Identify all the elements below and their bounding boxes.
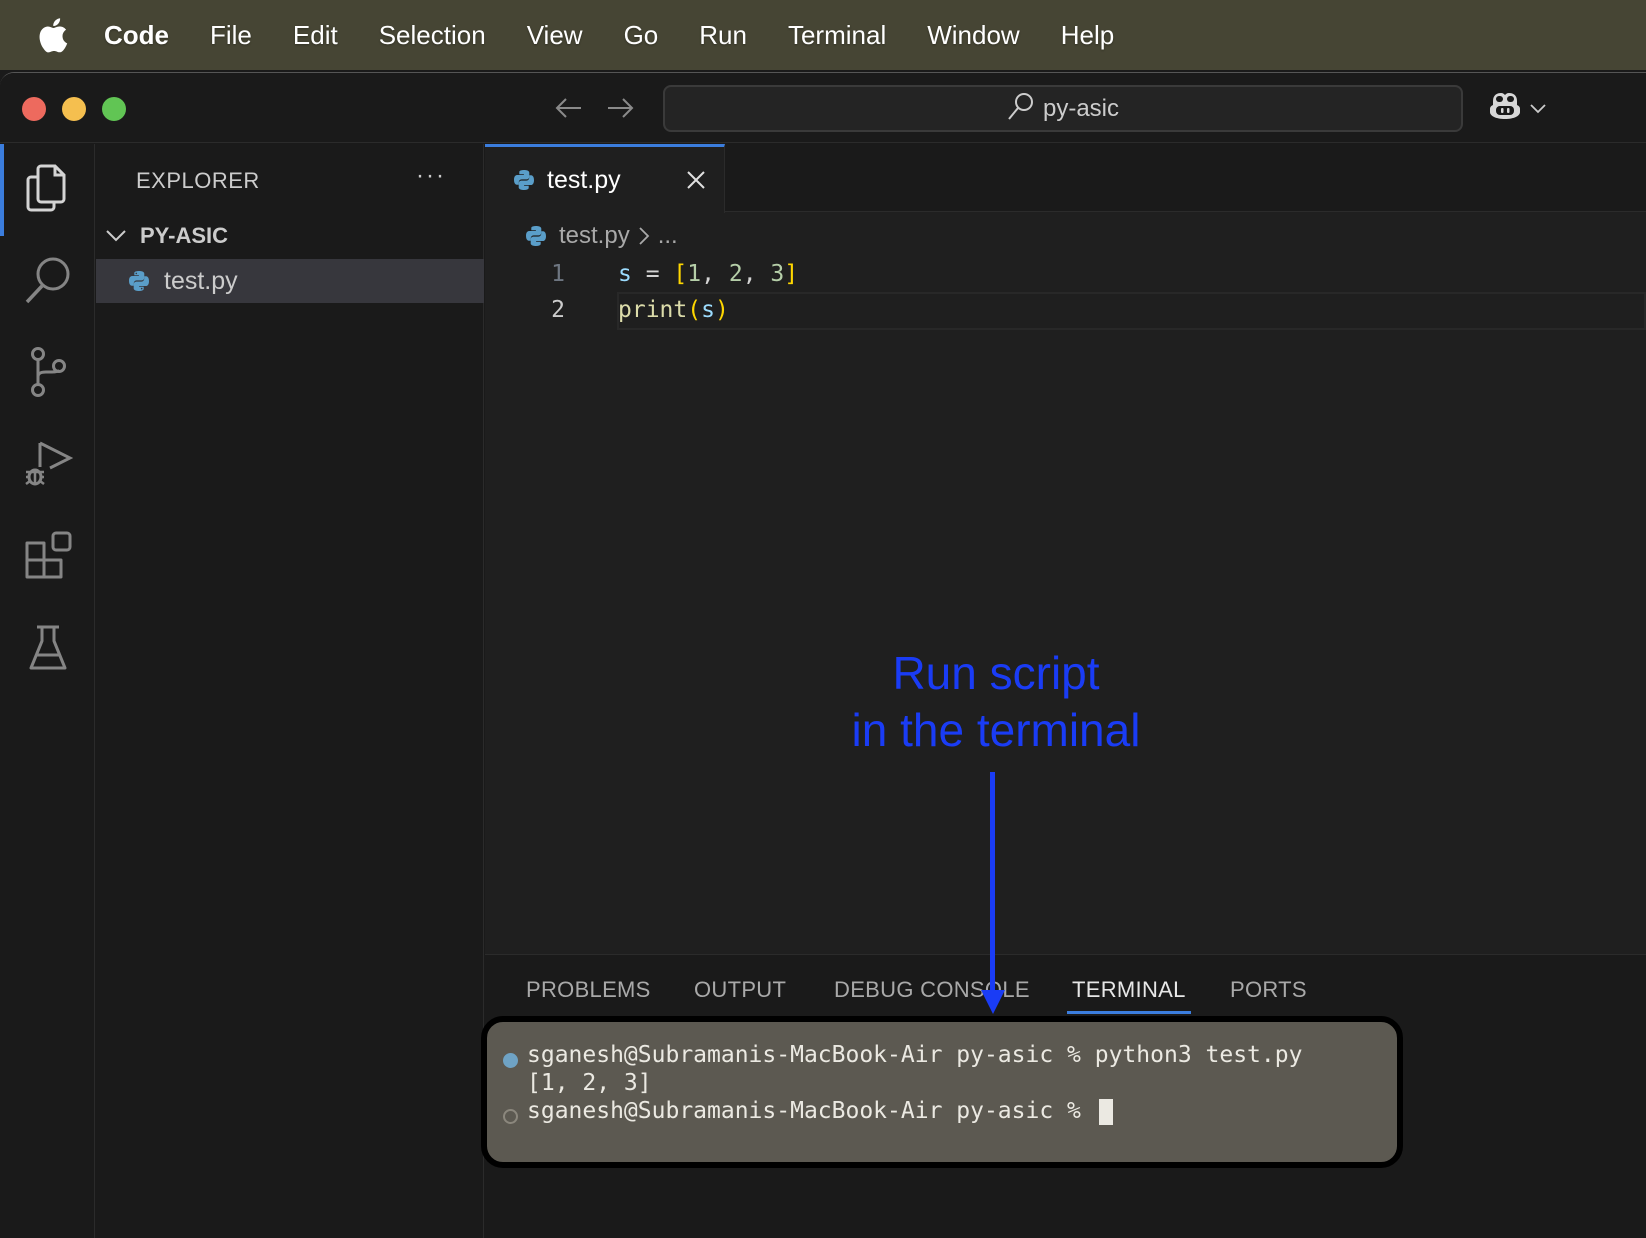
menu-app-name[interactable]: Code — [104, 20, 169, 51]
editor-area: test.py test.py ... 1 s = [1, 2, 3] 2 pr… — [485, 144, 1646, 954]
title-bar: py-asic — [0, 73, 1646, 143]
macos-menu-bar: Code File Edit Selection View Go Run Ter… — [0, 0, 1646, 70]
menu-terminal[interactable]: Terminal — [788, 20, 886, 51]
explorer-sidebar: EXPLORER ··· PY-ASIC test.py — [96, 144, 484, 1238]
menu-view[interactable]: View — [527, 20, 583, 51]
command-pending-dot-icon — [503, 1109, 518, 1124]
python-file-icon — [513, 169, 535, 191]
file-item-test-py[interactable]: test.py — [96, 259, 484, 303]
close-window-button[interactable] — [22, 97, 46, 121]
activity-run-debug[interactable] — [0, 420, 95, 512]
menu-window[interactable]: Window — [927, 20, 1019, 51]
panel-tab-output[interactable]: OUTPUT — [694, 977, 786, 1003]
explorer-title: EXPLORER — [136, 168, 260, 193]
annotation-line-2: in the terminal — [851, 704, 1141, 756]
apple-logo-icon[interactable] — [38, 15, 72, 55]
forward-arrow-icon[interactable] — [603, 91, 637, 125]
command-center-search[interactable]: py-asic — [663, 85, 1463, 132]
code-line-text: print(s) — [618, 297, 729, 323]
python-file-icon — [128, 270, 150, 292]
activity-bar — [0, 144, 95, 1238]
zoom-window-button[interactable] — [102, 97, 126, 121]
menu-go[interactable]: Go — [624, 20, 659, 51]
annotation-arrow-head-icon — [981, 990, 1005, 1014]
minimize-window-button[interactable] — [62, 97, 86, 121]
activity-search[interactable] — [0, 236, 95, 328]
search-icon — [1007, 91, 1035, 126]
annotation-text: Run script in the terminal — [780, 645, 1212, 759]
menu-edit[interactable]: Edit — [293, 20, 338, 51]
annotation-line-1: Run script — [892, 647, 1100, 699]
terminal-output-line: [1, 2, 3] — [527, 1070, 652, 1096]
more-actions-button[interactable]: ··· — [416, 162, 446, 190]
run-debug-icon — [23, 439, 73, 494]
chevron-right-icon — [638, 226, 650, 246]
source-control-icon — [28, 346, 68, 402]
extensions-icon — [23, 531, 73, 586]
breadcrumb-symbols[interactable]: ... — [658, 222, 678, 250]
flask-icon — [27, 624, 69, 677]
menu-selection[interactable]: Selection — [379, 20, 486, 51]
terminal-prompt: sganesh@Subramanis-MacBook-Air py-asic % — [527, 1098, 1095, 1124]
terminal-line: sganesh@Subramanis-MacBook-Air py-asic %… — [527, 1042, 1303, 1068]
code-line: 1 s = [1, 2, 3] — [485, 256, 1646, 292]
tab-strip: test.py — [485, 144, 1646, 213]
chevron-down-icon — [106, 230, 128, 242]
activity-explorer[interactable] — [0, 144, 95, 236]
terminal[interactable]: sganesh@Subramanis-MacBook-Air py-asic %… — [481, 1016, 1403, 1168]
menu-help[interactable]: Help — [1061, 20, 1114, 51]
python-file-icon — [525, 225, 547, 247]
copilot-menu-button[interactable] — [1488, 91, 1546, 126]
close-tab-icon[interactable] — [683, 167, 709, 193]
code-editor[interactable]: 1 s = [1, 2, 3] 2 print(s) — [485, 256, 1646, 330]
terminal-prompt-line: sganesh@Subramanis-MacBook-Air py-asic % — [527, 1098, 1113, 1125]
panel-tab-ports[interactable]: PORTS — [1230, 977, 1307, 1003]
file-name: test.py — [164, 266, 238, 295]
folder-name: PY-ASIC — [140, 223, 229, 248]
tab-test-py[interactable]: test.py — [485, 144, 725, 213]
terminal-cursor — [1098, 1098, 1113, 1125]
search-text: py-asic — [1042, 94, 1120, 122]
breadcrumb-file[interactable]: test.py — [559, 222, 630, 250]
activity-source-control[interactable] — [0, 328, 95, 420]
copilot-icon — [1488, 91, 1522, 126]
code-line-current: 2 print(s) — [485, 292, 1646, 330]
menu-run[interactable]: Run — [699, 20, 747, 51]
activity-extensions[interactable] — [0, 512, 95, 604]
tab-label: test.py — [547, 165, 621, 194]
chevron-down-icon — [1530, 103, 1546, 114]
back-arrow-icon[interactable] — [552, 91, 586, 125]
search-icon — [24, 255, 72, 310]
files-icon — [25, 163, 71, 218]
menu-file[interactable]: File — [210, 20, 252, 51]
line-number: 2 — [551, 297, 565, 323]
folder-py-asic[interactable]: PY-ASIC — [106, 218, 228, 254]
line-number: 1 — [551, 261, 565, 287]
breadcrumb: test.py ... — [525, 220, 678, 252]
command-success-dot-icon[interactable] — [503, 1053, 518, 1068]
activity-testing[interactable] — [0, 604, 95, 696]
annotation-arrow-shaft — [990, 772, 995, 994]
panel-tab-problems[interactable]: PROBLEMS — [526, 977, 651, 1003]
code-line-text: s = [1, 2, 3] — [618, 261, 799, 287]
panel-tab-terminal[interactable]: TERMINAL — [1067, 977, 1191, 1014]
